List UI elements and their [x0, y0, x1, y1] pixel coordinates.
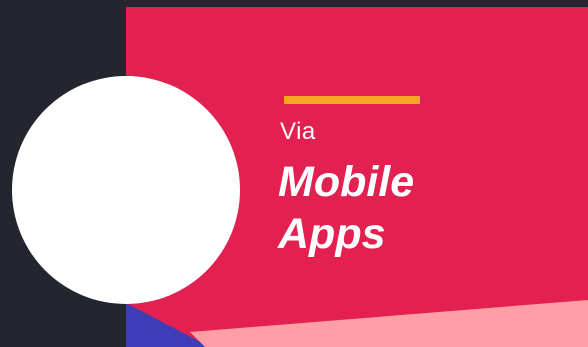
subtitle-text: Via: [280, 118, 316, 145]
hero-card: Via Mobile Apps: [0, 0, 588, 347]
title-line-1: Mobile: [278, 158, 415, 206]
title-line-2: Apps: [278, 210, 386, 258]
white-circle: [12, 76, 240, 304]
accent-bar: [284, 96, 420, 104]
title-text: Mobile Apps: [278, 156, 578, 260]
